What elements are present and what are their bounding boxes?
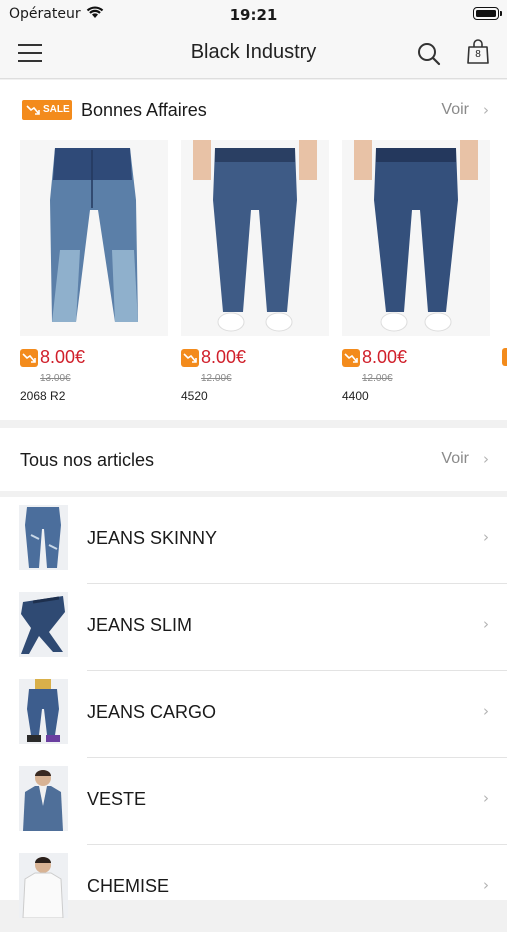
product-old-price: 13.00€ xyxy=(40,373,71,384)
sale-badge: SALE xyxy=(22,100,72,120)
discount-icon xyxy=(20,349,38,367)
category-list: JEANS SKINNY › JEANS SLIM › JEANS CARGO … xyxy=(0,497,507,918)
all-articles-title: Tous nos articles xyxy=(20,450,155,470)
chevron-right-icon: › xyxy=(483,789,489,807)
product-card[interactable]: 8.00€ 13.00€ 2068 R2 xyxy=(20,140,168,410)
chevron-right-icon: › xyxy=(483,528,489,546)
trend-down-icon xyxy=(26,105,40,115)
chevron-right-icon: › xyxy=(483,876,489,894)
category-item-veste[interactable]: VESTE › xyxy=(0,758,507,845)
search-icon[interactable] xyxy=(416,41,442,72)
battery-icon xyxy=(473,7,502,20)
status-bar: Opérateur 19:21 xyxy=(0,0,507,30)
product-name: 4400 xyxy=(342,389,369,403)
product-card[interactable]: 8.00€ 12.00€ 4400 xyxy=(342,140,490,410)
category-thumbnail xyxy=(19,505,68,570)
category-thumbnail xyxy=(19,679,68,744)
sale-badge-label: SALE xyxy=(43,104,70,115)
product-image xyxy=(20,140,168,336)
category-label: JEANS CARGO xyxy=(87,702,217,722)
chevron-right-icon[interactable]: › xyxy=(483,450,489,468)
clock: 19:21 xyxy=(229,6,278,24)
discount-icon xyxy=(181,349,199,367)
chevron-right-icon: › xyxy=(483,615,489,633)
shopping-bag-button[interactable]: 8 xyxy=(466,39,490,65)
cart-count-badge: 8 xyxy=(475,49,481,60)
navigation-bar: Black Industry 8 xyxy=(0,30,507,79)
product-image xyxy=(181,140,329,336)
category-thumbnail xyxy=(19,766,68,831)
category-label: CHEMISE xyxy=(87,876,170,896)
category-label: JEANS SKINNY xyxy=(87,528,218,548)
next-product-peek[interactable] xyxy=(502,348,507,366)
product-old-price: 12.00€ xyxy=(201,373,232,384)
chevron-right-icon[interactable]: › xyxy=(483,101,489,119)
chevron-right-icon: › xyxy=(483,702,489,720)
category-item-jeans-slim[interactable]: JEANS SLIM › xyxy=(0,584,507,671)
deals-title: Bonnes Affaires xyxy=(81,100,207,120)
deals-see-all-link[interactable]: Voir xyxy=(441,101,469,119)
product-card[interactable]: 8.00€ 12.00€ 4520 xyxy=(181,140,329,410)
category-item-chemise[interactable]: CHEMISE › xyxy=(0,845,507,932)
product-name: 4520 xyxy=(181,389,208,403)
articles-see-all-link[interactable]: Voir xyxy=(441,450,469,468)
product-price: 8.00€ xyxy=(201,347,247,367)
all-articles-header[interactable]: Tous nos articles Voir › xyxy=(0,428,507,491)
product-name: 2068 R2 xyxy=(20,389,66,403)
category-label: JEANS SLIM xyxy=(87,615,193,635)
category-label: VESTE xyxy=(87,789,147,809)
category-item-jeans-cargo[interactable]: JEANS CARGO › xyxy=(0,671,507,758)
discount-icon xyxy=(342,349,360,367)
deals-section: SALE Bonnes Affaires Voir › 8.00€ 13.00€… xyxy=(0,80,507,420)
product-price: 8.00€ xyxy=(362,347,408,367)
product-old-price: 12.00€ xyxy=(362,373,393,384)
product-image xyxy=(342,140,490,336)
product-price: 8.00€ xyxy=(40,347,86,367)
category-item-jeans-skinny[interactable]: JEANS SKINNY › xyxy=(0,497,507,584)
category-thumbnail xyxy=(19,853,68,918)
category-thumbnail xyxy=(19,592,68,657)
